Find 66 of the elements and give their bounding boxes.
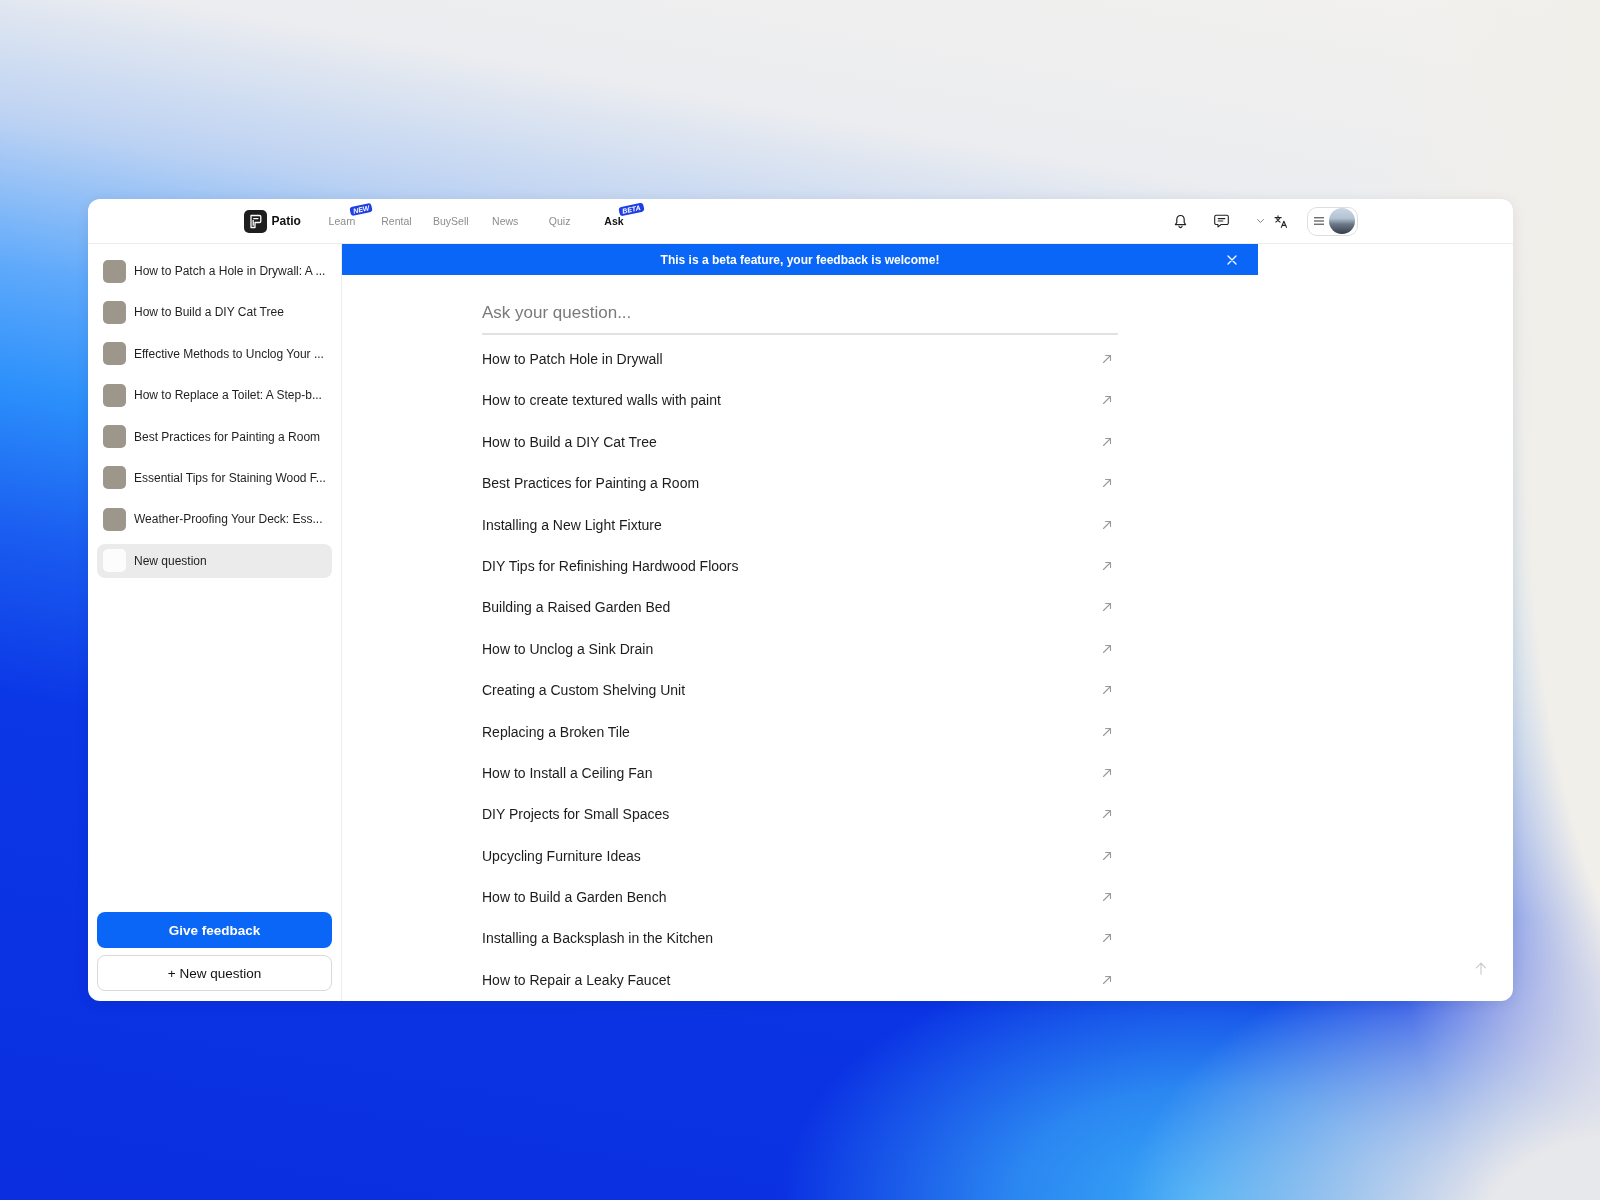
bell-icon[interactable] (1173, 213, 1187, 229)
suggestion-item[interactable]: How to create textured walls with paint (482, 379, 1118, 422)
photo-placeholder (103, 507, 126, 531)
suggestion-item[interactable]: How to Build a DIY Cat Tree (482, 421, 1118, 463)
sidebar-item[interactable]: How to Patch a Hole in Drywall: A ... (97, 254, 332, 288)
avatar (1328, 208, 1355, 234)
nav-tab[interactable]: Quiz (548, 214, 571, 228)
nav-tab[interactable]: Learn (328, 214, 356, 228)
sidebar-item[interactable]: Effective Methods to Unclog Your ... (97, 336, 332, 371)
sidebar-item[interactable]: Weather-Proofing Your Deck: Ess... (97, 502, 332, 537)
account-menu-button[interactable] (1306, 206, 1358, 236)
suggestion-item[interactable]: Replacing a Broken Tile (482, 710, 1118, 753)
new-question-button[interactable]: + New question (97, 955, 332, 991)
sidebar-item[interactable]: New question (97, 543, 332, 578)
arrow-up-right-icon (1102, 726, 1112, 737)
suggestion-item[interactable]: Building a Raised Garden Bed (482, 586, 1118, 629)
close-icon[interactable] (1227, 254, 1237, 265)
suggestion-item[interactable]: Creating a Custom Shelving Unit (482, 669, 1118, 711)
suggestion-item[interactable]: How to Repair a Leaky Faucet (482, 959, 1118, 1001)
photo-placeholder (103, 383, 126, 407)
arrow-up-right-icon (1102, 395, 1112, 406)
nav-tab[interactable]: Rental (381, 214, 412, 228)
suggestion-item[interactable]: How to Build a Garden Bench (482, 876, 1118, 918)
arrow-up-right-icon (1102, 892, 1112, 903)
photo-placeholder (103, 425, 126, 449)
suggestion-item[interactable]: How to Install a Ceiling Fan (482, 752, 1118, 794)
menu-icon (1313, 217, 1324, 225)
suggestion-item[interactable]: DIY Tips for Refinishing Hardwood Floors (482, 545, 1118, 587)
arrow-up-right-icon (1102, 602, 1112, 613)
chevron-down-icon[interactable] (1256, 219, 1264, 223)
suggestion-item[interactable]: Installing a New Light Fixture (482, 503, 1118, 546)
arrow-up-right-icon (1102, 767, 1112, 778)
arrow-up-right-icon (1102, 933, 1112, 944)
arrow-up-right-icon (1102, 478, 1112, 489)
suggestion-item[interactable]: How to Patch Hole in Drywall (482, 338, 1118, 380)
photo-placeholder (103, 300, 126, 324)
arrow-up-right-icon (1102, 850, 1112, 861)
sidebar-item[interactable]: Best Practices for Painting a Room (97, 419, 332, 454)
photo-placeholder (103, 342, 126, 366)
arrow-up-right-icon (1102, 519, 1112, 530)
arrow-up-right-icon (1102, 354, 1112, 364)
chat-icon[interactable] (1213, 214, 1229, 228)
suggestion-item[interactable]: DIY Projects for Small Spaces (482, 793, 1118, 835)
banner-text: This is a beta feature, your feedback is welcome! (660, 252, 940, 267)
sidebar-item[interactable]: How to Build a DIY Cat Tree (97, 295, 332, 330)
nav-tab[interactable]: Ask (604, 214, 624, 228)
sidebar-item[interactable]: Essential Tips for Staining Wood F... (97, 460, 332, 495)
sidebar-item[interactable]: How to Replace a Toilet: A Step-b... (97, 378, 332, 413)
arrow-up-right-icon (1102, 685, 1112, 696)
nav-tab[interactable]: BuySell (433, 214, 469, 228)
translate-icon[interactable] (1273, 214, 1288, 228)
photo-placeholder (103, 259, 126, 283)
arrow-up-right-icon (1102, 436, 1112, 447)
arrow-up-right-icon (1102, 643, 1112, 654)
logo-icon (243, 209, 267, 233)
suggestion-item[interactable]: Best Practices for Painting a Room (482, 462, 1118, 504)
suggestion-item[interactable]: Upcycling Furniture Ideas (482, 835, 1118, 877)
arrow-up-right-icon (1102, 809, 1112, 820)
suggestion-item[interactable]: Installing a Backsplash in the Kitchen (482, 917, 1118, 960)
arrow-up-right-icon (1102, 974, 1112, 985)
feedback-button[interactable]: Give feedback (97, 912, 332, 948)
arrow-up-right-icon (1102, 560, 1112, 571)
nav-tab[interactable]: News (492, 214, 519, 228)
photo-placeholder (103, 466, 126, 490)
suggestion-item[interactable]: How to Unclog a Sink Drain (482, 628, 1118, 670)
logo-link[interactable]: Patio (243, 209, 301, 233)
